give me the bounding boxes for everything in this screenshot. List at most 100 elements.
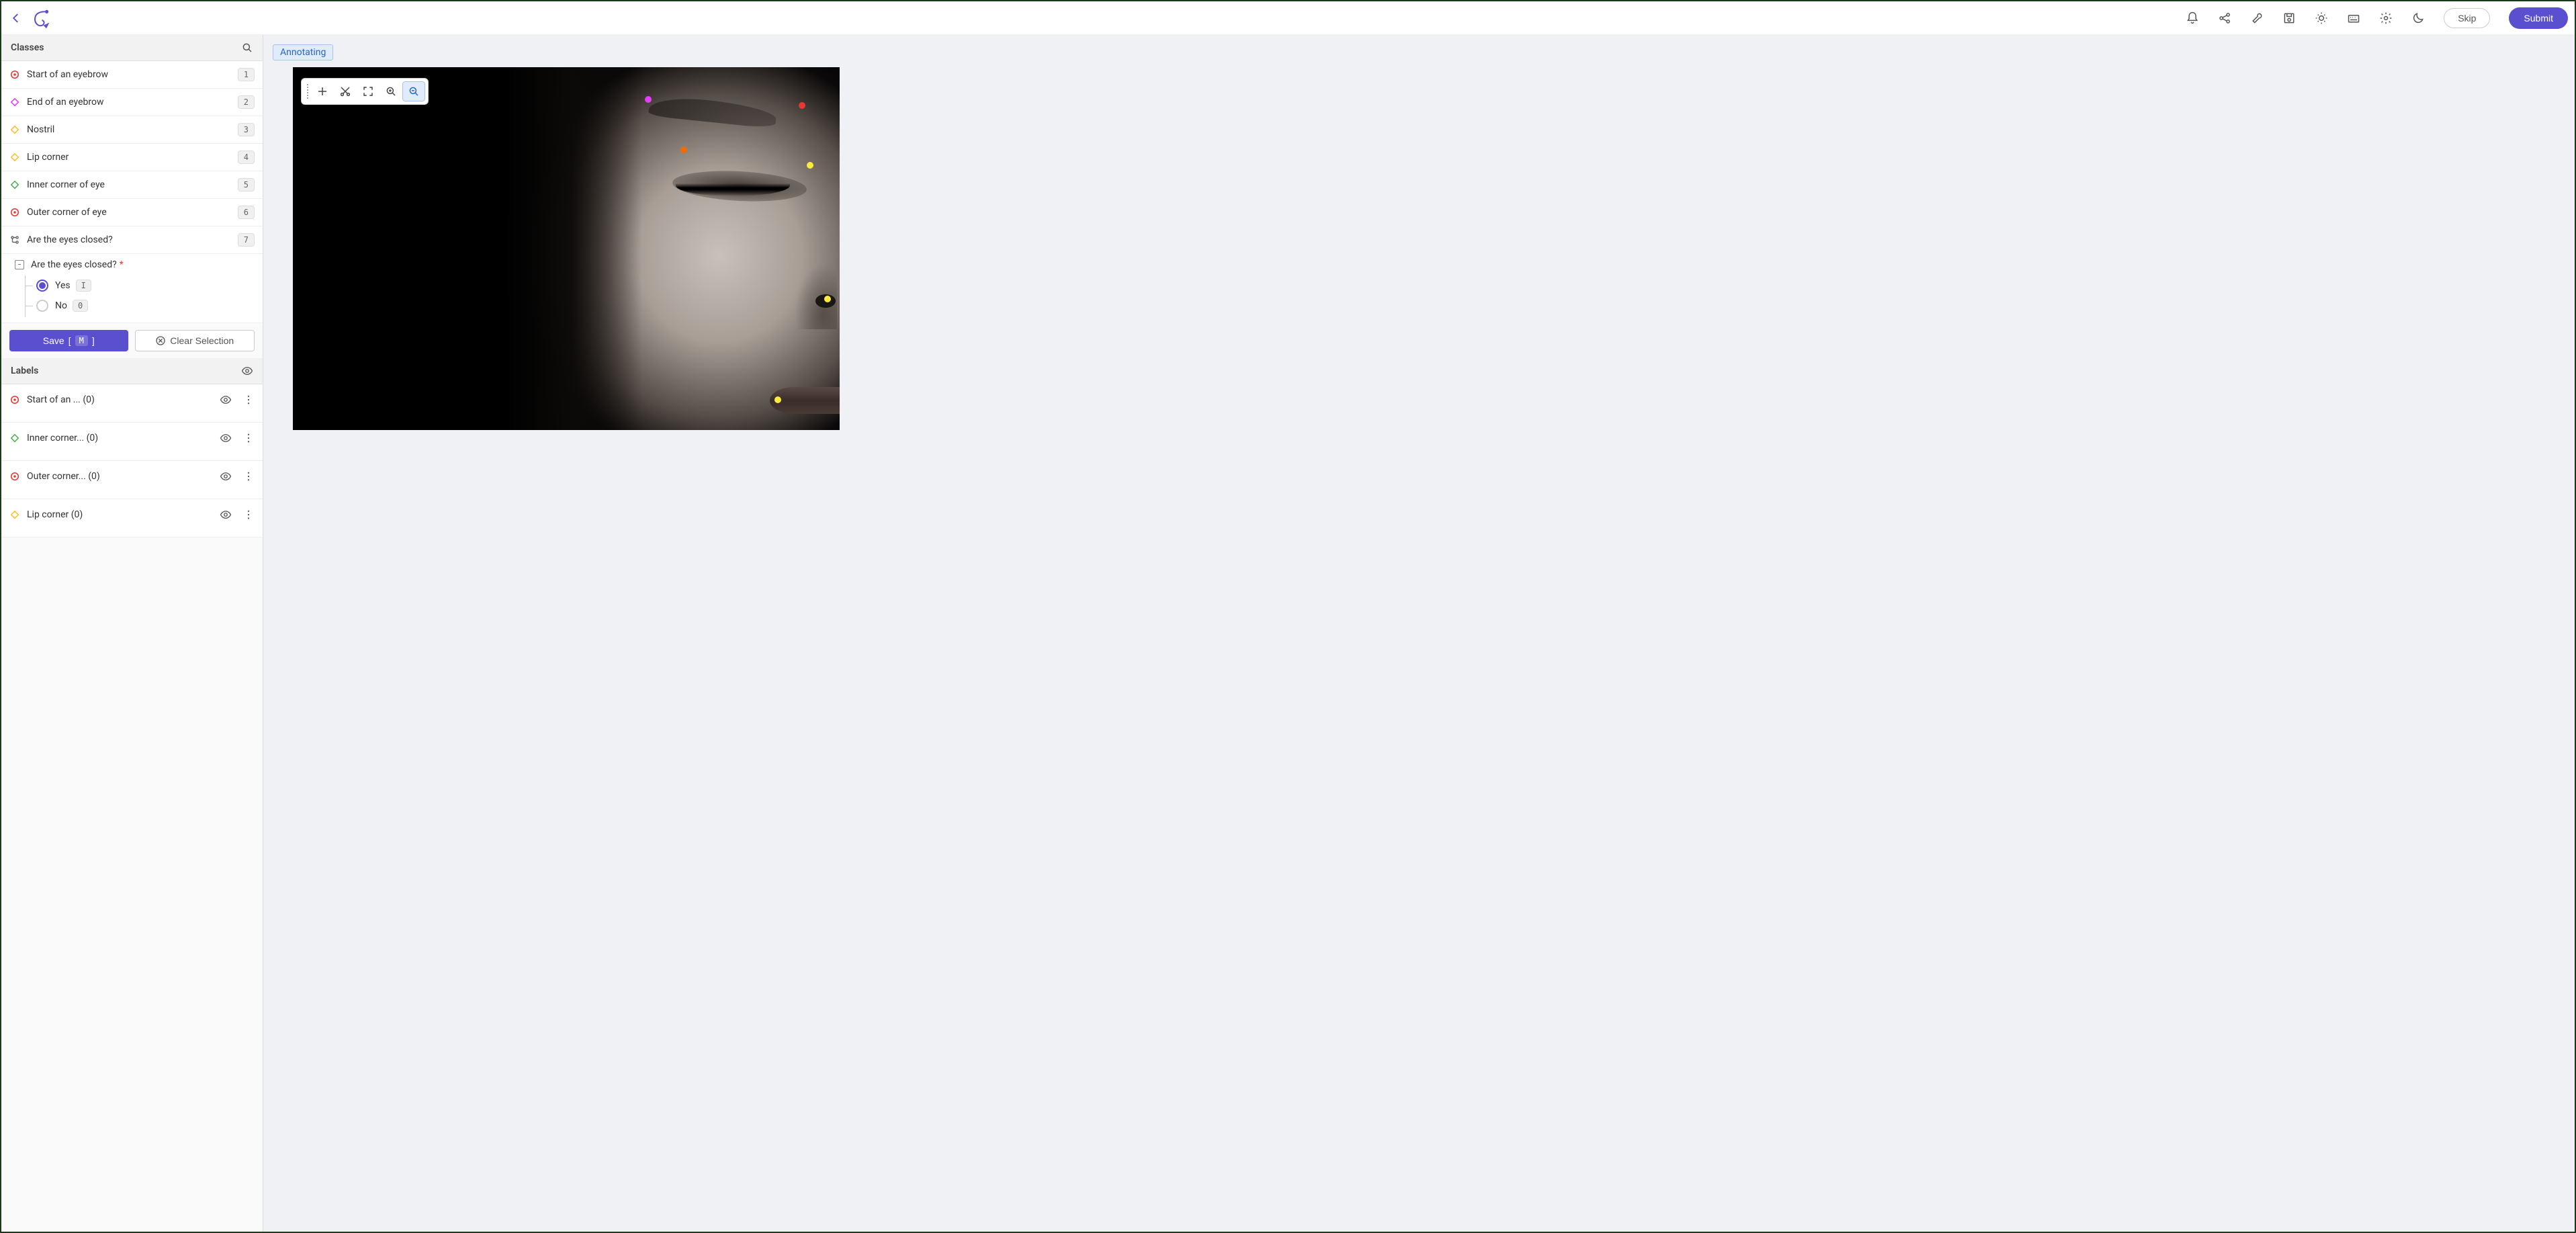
radio-option[interactable]: Yes I <box>36 275 263 296</box>
search-icon[interactable] <box>241 42 253 54</box>
label-icon <box>9 471 20 482</box>
class-shortcut-key: 2 <box>238 95 255 109</box>
fit-tool[interactable] <box>357 81 380 101</box>
label-text: Inner corner... (0) <box>27 433 220 443</box>
class-icon <box>9 69 20 80</box>
zoom-out-tool[interactable] <box>402 81 425 101</box>
save-icon[interactable] <box>2282 11 2296 25</box>
labels-header: Labels <box>1 358 263 384</box>
more-icon[interactable] <box>242 470 255 482</box>
annotation-point[interactable] <box>680 146 687 153</box>
keyboard-icon[interactable] <box>2347 11 2360 25</box>
collapse-icon[interactable]: − <box>15 260 24 269</box>
class-shortcut-key: 7 <box>238 233 255 247</box>
class-item[interactable]: Start of an eyebrow 1 <box>1 61 263 89</box>
class-label: Nostril <box>27 124 238 135</box>
label-text: Lip corner (0) <box>27 509 220 520</box>
class-label: Inner corner of eye <box>27 179 238 190</box>
back-button[interactable] <box>8 10 24 26</box>
image-canvas[interactable] <box>293 67 840 430</box>
visibility-icon[interactable] <box>220 394 232 406</box>
clear-button-label: Clear Selection <box>170 335 234 346</box>
class-label: Start of an eyebrow <box>27 69 238 80</box>
bell-icon[interactable] <box>2186 11 2199 25</box>
visibility-icon[interactable] <box>220 509 232 521</box>
app-logo <box>30 7 51 29</box>
save-button[interactable]: Save [ M ] <box>9 330 128 351</box>
label-icon <box>9 433 20 443</box>
canvas-toolbar <box>301 78 429 105</box>
label-item[interactable]: Outer corner... (0) <box>1 461 263 499</box>
moon-icon[interactable] <box>2411 11 2425 25</box>
zoom-in-tool[interactable] <box>380 81 402 101</box>
label-text: Start of an ... (0) <box>27 394 220 405</box>
annotation-point[interactable] <box>645 96 652 103</box>
label-item[interactable]: Start of an ... (0) <box>1 384 263 423</box>
more-icon[interactable] <box>242 509 255 521</box>
save-button-key: M <box>75 335 88 346</box>
visibility-icon[interactable] <box>220 432 232 444</box>
class-icon <box>9 152 20 163</box>
topbar: Skip Submit <box>1 1 2575 35</box>
classes-header: Classes <box>1 35 263 61</box>
class-item[interactable]: Outer corner of eye 6 <box>1 199 263 226</box>
skip-button[interactable]: Skip <box>2444 8 2490 28</box>
eye-icon[interactable] <box>241 365 253 377</box>
label-item[interactable]: Lip corner (0) <box>1 499 263 538</box>
class-icon <box>9 179 20 190</box>
class-shortcut-key: 6 <box>238 206 255 219</box>
move-tool[interactable] <box>311 81 334 101</box>
clear-selection-button[interactable]: Clear Selection <box>135 330 255 351</box>
class-icon <box>9 207 20 218</box>
radio-label: Yes <box>55 280 71 291</box>
submit-button[interactable]: Submit <box>2509 7 2568 29</box>
visibility-icon[interactable] <box>220 470 232 482</box>
more-icon[interactable] <box>242 432 255 444</box>
class-item[interactable]: Inner corner of eye 5 <box>1 171 263 199</box>
class-label: Outer corner of eye <box>27 207 238 218</box>
question-title: Are the eyes closed? <box>31 259 117 270</box>
gear-icon[interactable] <box>2379 11 2393 25</box>
label-icon <box>9 509 20 520</box>
labels-title: Labels <box>11 366 38 376</box>
radio-shortcut-key: 0 <box>73 300 88 312</box>
save-key-left: [ <box>69 335 71 346</box>
class-icon <box>9 97 20 108</box>
more-icon[interactable] <box>242 394 255 406</box>
annotation-point[interactable] <box>824 296 831 302</box>
radio-button[interactable] <box>36 280 48 292</box>
cut-tool[interactable] <box>334 81 357 101</box>
class-label: Are the eyes closed? <box>27 235 238 245</box>
wrench-icon[interactable] <box>2250 11 2264 25</box>
save-button-label: Save <box>43 335 64 346</box>
question-block: − Are the eyes closed? * Yes I No 0 <box>1 254 263 323</box>
status-badge: Annotating <box>273 44 333 60</box>
annotation-point[interactable] <box>799 102 805 109</box>
class-item[interactable]: End of an eyebrow 2 <box>1 89 263 116</box>
radio-label: No <box>55 300 67 311</box>
annotation-point[interactable] <box>774 396 781 403</box>
class-item[interactable]: Nostril 3 <box>1 116 263 144</box>
class-item[interactable]: Lip corner 4 <box>1 144 263 171</box>
class-label: Lip corner <box>27 152 238 163</box>
share-icon[interactable] <box>2218 11 2231 25</box>
annotation-point[interactable] <box>807 162 813 169</box>
class-shortcut-key: 1 <box>238 68 255 81</box>
radio-option[interactable]: No 0 <box>36 296 263 316</box>
class-icon <box>9 124 20 135</box>
classes-title: Classes <box>11 42 44 53</box>
label-text: Outer corner... (0) <box>27 471 220 482</box>
save-key-right: ] <box>92 335 95 346</box>
toolbar-drag-handle[interactable] <box>304 84 311 99</box>
label-item[interactable]: Inner corner... (0) <box>1 423 263 461</box>
label-icon <box>9 394 20 405</box>
class-item[interactable]: Are the eyes closed? 7 <box>1 226 263 254</box>
radio-shortcut-key: I <box>76 280 91 292</box>
class-label: End of an eyebrow <box>27 97 238 108</box>
clear-icon <box>155 335 166 346</box>
brightness-icon[interactable] <box>2315 11 2328 25</box>
class-shortcut-key: 5 <box>238 178 255 192</box>
radio-button[interactable] <box>36 300 48 312</box>
canvas-area: Annotating <box>263 35 2575 1232</box>
class-icon <box>9 235 20 245</box>
